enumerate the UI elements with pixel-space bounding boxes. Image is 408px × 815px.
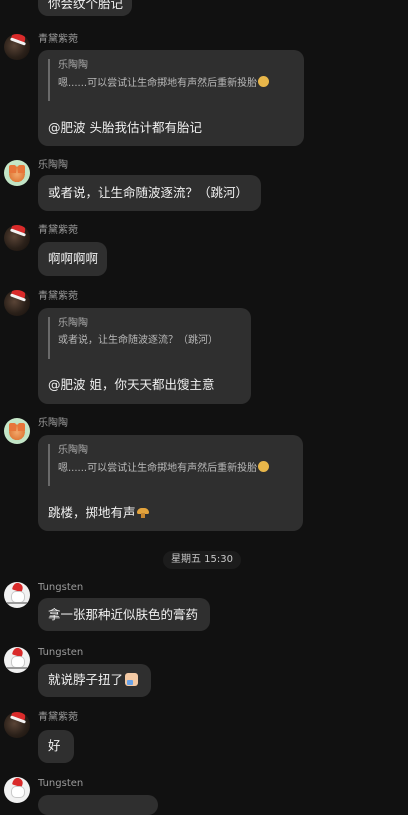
message-text: 你会纹个胎记 [48, 0, 124, 11]
avatar[interactable] [4, 34, 30, 60]
message-text: @肥波 姐，你天天都出馊主意 [48, 377, 215, 392]
message-text: 或者说，让生命随波逐流？（跳河） [48, 185, 249, 200]
quoted-sender: 乐陶陶 [58, 318, 88, 329]
message-text: 跳楼，掷地有声 [48, 505, 136, 520]
message-text: 就说脖子扭了 [48, 672, 124, 687]
thinking-face-emoji-icon [258, 76, 270, 87]
message-bubble[interactable]: 乐陶陶 嗯......可以尝试让生命掷地有声然后重新投胎 @肥波 头胎我估计都有… [38, 50, 304, 146]
message-bubble[interactable]: 乐陶陶 嗯......可以尝试让生命掷地有声然后重新投胎 跳楼，掷地有声 [38, 435, 303, 531]
avatar[interactable] [4, 777, 30, 803]
chat-message-list[interactable]: 你会纹个胎记 青黛紫菀 乐陶陶 嗯......可以尝试让生命掷地有声然后重新投胎… [0, 0, 408, 815]
quoted-text: 或者说，让生命随波逐流？（跳河） [58, 335, 218, 346]
sender-name: Tungsten [38, 647, 84, 658]
message-text: @肥波 头胎我估计都有胎记 [48, 120, 202, 135]
message-text: 啊啊啊啊 [48, 251, 99, 266]
quoted-message[interactable]: 乐陶陶 或者说，让生命随波逐流？（跳河） [48, 317, 218, 359]
quoted-sender: 乐陶陶 [58, 60, 88, 71]
avatar[interactable] [4, 225, 30, 251]
avatar[interactable] [4, 647, 30, 673]
quoted-sender: 乐陶陶 [58, 445, 88, 456]
message-bubble[interactable]: 或者说，让生命随波逐流？（跳河） [38, 175, 261, 211]
message-bubble[interactable]: 乐陶陶 或者说，让生命随波逐流？（跳河） @肥波 姐，你天天都出馊主意 [38, 308, 251, 404]
quoted-text: 嗯......可以尝试让生命掷地有声然后重新投胎 [58, 78, 258, 89]
thumbs-up-emoji-icon [125, 673, 139, 686]
sender-name: Tungsten [38, 778, 84, 789]
mushroom-cloud-emoji-icon [136, 508, 149, 518]
sender-name: 乐陶陶 [38, 160, 68, 171]
message-bubble[interactable] [38, 795, 158, 815]
sender-name: 青黛紫菀 [38, 291, 78, 302]
quoted-message[interactable]: 乐陶陶 嗯......可以尝试让生命掷地有声然后重新投胎 [48, 59, 270, 101]
avatar[interactable] [4, 160, 30, 186]
thinking-face-emoji-icon [258, 461, 270, 472]
timestamp-divider: 星期五 15:30 [163, 551, 241, 569]
quoted-message[interactable]: 乐陶陶 嗯......可以尝试让生命掷地有声然后重新投胎 [48, 444, 270, 486]
avatar[interactable] [4, 712, 30, 738]
message-bubble[interactable]: 啊啊啊啊 [38, 242, 107, 276]
message-bubble[interactable]: 拿一张那种近似肤色的膏药 [38, 598, 210, 631]
message-bubble[interactable]: 好 [38, 730, 74, 763]
message-text: 好 [48, 738, 61, 753]
quoted-text: 嗯......可以尝试让生命掷地有声然后重新投胎 [58, 463, 258, 474]
avatar[interactable] [4, 582, 30, 608]
sender-name: Tungsten [38, 582, 84, 593]
message-bubble[interactable]: 你会纹个胎记 [38, 0, 132, 16]
message-text: 拿一张那种近似肤色的膏药 [48, 607, 199, 622]
sender-name: 青黛紫菀 [38, 712, 78, 723]
message-bubble[interactable]: 就说脖子扭了 [38, 664, 151, 697]
sender-name: 乐陶陶 [38, 418, 68, 429]
avatar[interactable] [4, 290, 30, 316]
avatar[interactable] [4, 418, 30, 444]
sender-name: 青黛紫菀 [38, 34, 78, 45]
sender-name: 青黛紫菀 [38, 225, 78, 236]
